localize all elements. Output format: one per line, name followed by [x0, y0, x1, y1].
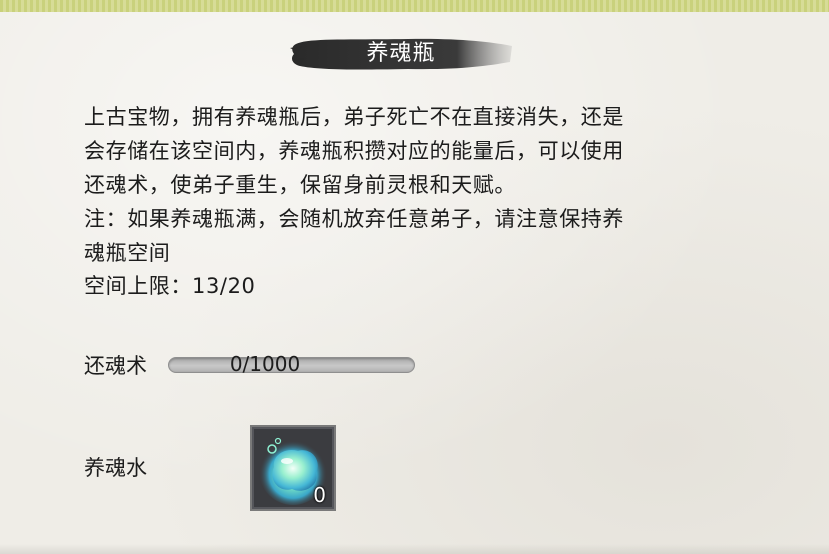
panel-bottom-edge [0, 544, 829, 554]
revive-progress-text: 0/1000 [229, 352, 301, 376]
soul-water-item-slot[interactable]: 0 [250, 425, 336, 511]
description-line: 注：如果养魂瓶满，会随机放弃任意弟子，请注意保持养 [84, 207, 624, 231]
description-line: 魂瓶空间 [84, 241, 171, 265]
item-count: 0 [313, 483, 326, 507]
description-line: 还魂术，使弟子重生，保留身前灵根和天赋。 [84, 173, 516, 197]
description-text: 上古宝物，拥有养魂瓶后，弟子死亡不在直接消失，还是 会存储在该空间内，养魂瓶积攒… [84, 100, 724, 270]
description-line: 会存储在该空间内，养魂瓶积攒对应的能量后，可以使用 [84, 139, 624, 163]
revive-label: 还魂术 [84, 354, 147, 378]
description-line: 上古宝物，拥有养魂瓶后，弟子死亡不在直接消失，还是 [84, 105, 624, 129]
soul-water-label: 养魂水 [84, 456, 147, 480]
capacity-text: 空间上限：13/20 [84, 274, 256, 298]
title-banner: 养魂瓶 [288, 36, 514, 72]
page-title: 养魂瓶 [366, 41, 436, 66]
